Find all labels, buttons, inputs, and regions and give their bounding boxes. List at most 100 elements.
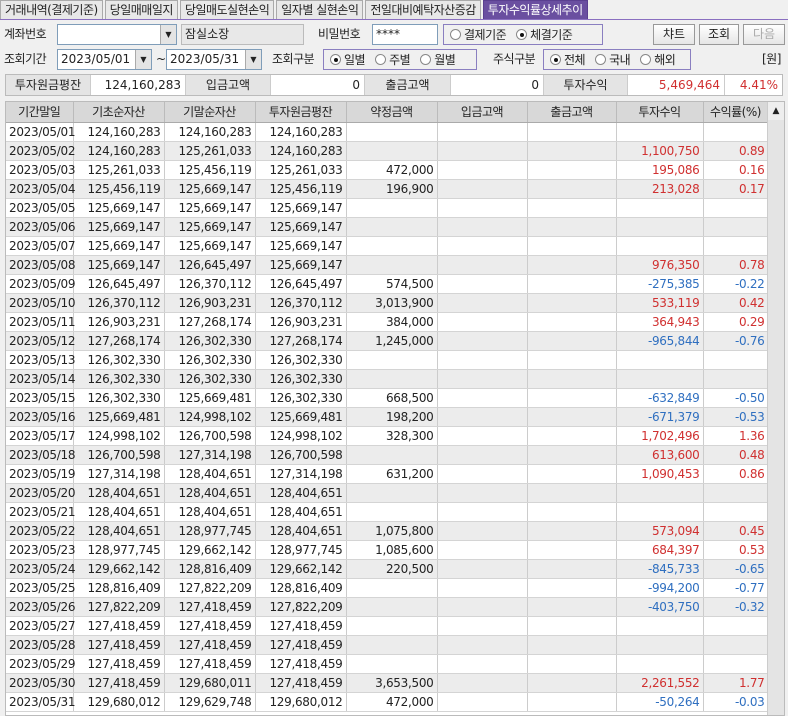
table-cell: 2023/05/03 bbox=[6, 160, 75, 180]
table-row[interactable]: 2023/05/09 126,645,497 126,370,112 126,645,… bbox=[6, 274, 769, 294]
column-header-3[interactable]: 투자원금평잔 bbox=[255, 102, 347, 123]
table-cell: 127,418,459 bbox=[255, 616, 347, 636]
table-cell: 128,977,745 bbox=[164, 521, 256, 541]
tab-0[interactable]: 거래내역(결제기준) bbox=[0, 0, 103, 20]
basis-radio-1[interactable]: 체결기준 bbox=[516, 26, 573, 43]
table-cell bbox=[616, 616, 704, 636]
stock-type-radio-2[interactable]: 해외 bbox=[640, 51, 676, 68]
tab-2[interactable]: 당일매도실현손익 bbox=[179, 0, 275, 20]
column-header-7[interactable]: 투자수익 bbox=[616, 102, 704, 123]
column-header-2[interactable]: 기말순자산 bbox=[164, 102, 256, 123]
radio-icon[interactable] bbox=[640, 54, 652, 65]
table-row[interactable]: 2023/05/30 127,418,459 129,680,011 127,418,… bbox=[6, 673, 769, 693]
column-header-8[interactable]: 수익률(%) bbox=[703, 102, 769, 123]
table-row[interactable]: 2023/05/05 125,669,147 125,669,147 125,669,… bbox=[6, 198, 769, 218]
table-cell: 2023/05/07 bbox=[6, 236, 75, 256]
tab-3[interactable]: 일자별 실현손익 bbox=[276, 0, 364, 20]
table-cell bbox=[437, 122, 528, 142]
chart-button[interactable]: 챠트 bbox=[653, 24, 695, 45]
table-row[interactable]: 2023/05/16 125,669,481 124,998,102 125,669,… bbox=[6, 407, 769, 427]
table-row[interactable]: 2023/05/29 127,418,459 127,418,459 127,418,… bbox=[6, 654, 769, 674]
table-cell: -0.50 bbox=[703, 388, 769, 408]
chevron-down-icon[interactable]: ▼ bbox=[245, 50, 261, 69]
tab-divider bbox=[0, 19, 788, 20]
table-cell bbox=[527, 179, 617, 199]
column-header-6[interactable]: 출금고액 bbox=[527, 102, 617, 123]
query-type-radio-1[interactable]: 주별 bbox=[375, 51, 411, 68]
scroll-up-icon[interactable]: ▲ bbox=[768, 102, 784, 120]
column-header-5[interactable]: 입금고액 bbox=[437, 102, 528, 123]
table-cell: 128,404,651 bbox=[73, 521, 165, 541]
table-row[interactable]: 2023/05/27 127,418,459 127,418,459 127,418,… bbox=[6, 616, 769, 636]
stock-type-radio-1[interactable]: 국내 bbox=[595, 51, 631, 68]
table-cell bbox=[437, 483, 528, 503]
table-row[interactable]: 2023/05/24 129,662,142 128,816,409 129,662,… bbox=[6, 559, 769, 579]
query-button[interactable]: 조회 bbox=[699, 24, 739, 45]
radio-label: 일별 bbox=[344, 53, 366, 67]
table-cell: 2023/05/29 bbox=[6, 654, 75, 674]
table-row[interactable]: 2023/05/19 127,314,198 128,404,651 127,314,… bbox=[6, 464, 769, 484]
table-row[interactable]: 2023/05/14 126,302,330 126,302,330 126,302,… bbox=[6, 369, 769, 389]
table-row[interactable]: 2023/05/10 126,370,112 126,903,231 126,370,… bbox=[6, 293, 769, 313]
chevron-down-icon[interactable]: ▼ bbox=[135, 50, 151, 69]
account-select[interactable]: ▼ bbox=[57, 24, 177, 45]
tab-1[interactable]: 당일매매일지 bbox=[104, 0, 178, 20]
radio-icon[interactable] bbox=[516, 29, 528, 40]
stock-type-radio-0[interactable]: 전체 bbox=[550, 51, 586, 68]
table-row[interactable]: 2023/05/22 128,404,651 128,977,745 128,404,… bbox=[6, 521, 769, 541]
table-cell: 126,700,598 bbox=[73, 445, 165, 465]
date-to-input[interactable]: 2023/05/31 ▼ bbox=[166, 49, 262, 70]
date-from-input[interactable]: 2023/05/01 ▼ bbox=[57, 49, 152, 70]
table-row[interactable]: 2023/05/12 127,268,174 126,302,330 127,268,… bbox=[6, 331, 769, 351]
password-input[interactable]: **** bbox=[372, 24, 438, 45]
table-row[interactable]: 2023/05/26 127,822,209 127,418,459 127,822,… bbox=[6, 597, 769, 617]
basis-radio-0[interactable]: 결제기준 bbox=[450, 26, 507, 43]
radio-icon[interactable] bbox=[550, 54, 561, 65]
table-row[interactable]: 2023/05/23 128,977,745 129,662,142 128,977,… bbox=[6, 540, 769, 560]
table-row[interactable]: 2023/05/07 125,669,147 125,669,147 125,669,… bbox=[6, 236, 769, 256]
radio-icon[interactable] bbox=[330, 54, 341, 65]
table-cell bbox=[437, 312, 528, 332]
table-cell bbox=[437, 293, 528, 313]
table-row[interactable]: 2023/05/20 128,404,651 128,404,651 128,404,… bbox=[6, 483, 769, 503]
table-row[interactable]: 2023/05/25 128,816,409 127,822,209 128,816,… bbox=[6, 578, 769, 598]
table-cell: 128,404,651 bbox=[164, 483, 256, 503]
table-row[interactable]: 2023/05/18 126,700,598 127,314,198 126,700,… bbox=[6, 445, 769, 465]
column-header-0[interactable]: 기간말일 bbox=[6, 102, 74, 123]
table-row[interactable]: 2023/05/04 125,456,119 125,669,147 125,456,… bbox=[6, 179, 769, 199]
column-header-1[interactable]: 기초순자산 bbox=[73, 102, 165, 123]
table-row[interactable]: 2023/05/15 126,302,330 125,669,481 126,302,… bbox=[6, 388, 769, 408]
table-cell: 1,090,453 bbox=[616, 464, 704, 484]
table-cell: 126,645,497 bbox=[73, 274, 165, 294]
table-row[interactable]: 2023/05/17 124,998,102 126,700,598 124,998,… bbox=[6, 426, 769, 446]
table-row[interactable]: 2023/05/11 126,903,231 127,268,174 126,903,… bbox=[6, 312, 769, 332]
table-row[interactable]: 2023/05/02 124,160,283 125,261,033 124,160,… bbox=[6, 141, 769, 161]
table-cell bbox=[437, 274, 528, 294]
radio-icon[interactable] bbox=[375, 54, 387, 65]
chevron-down-icon[interactable]: ▼ bbox=[160, 25, 176, 44]
table-cell: 124,998,102 bbox=[164, 407, 256, 427]
table-row[interactable]: 2023/05/28 127,418,459 127,418,459 127,418,… bbox=[6, 635, 769, 655]
radio-label: 전체 bbox=[564, 53, 586, 67]
vertical-scrollbar[interactable]: ▲ bbox=[767, 102, 784, 715]
radio-icon[interactable] bbox=[420, 54, 432, 65]
table-row[interactable]: 2023/05/06 125,669,147 125,669,147 125,669,… bbox=[6, 217, 769, 237]
query-type-radio-0[interactable]: 일별 bbox=[330, 51, 366, 68]
table-cell: 668,500 bbox=[346, 388, 438, 408]
tab-4[interactable]: 전일대비예탁자산증감 bbox=[365, 0, 481, 20]
column-header-4[interactable]: 약정금액 bbox=[346, 102, 438, 123]
table-row[interactable]: 2023/05/01 124,160,283 124,160,283 124,160,… bbox=[6, 122, 769, 142]
table-cell: 127,418,459 bbox=[255, 635, 347, 655]
tab-5[interactable]: 투자수익률상세추이 bbox=[482, 0, 588, 20]
table-row[interactable]: 2023/05/08 125,669,147 126,645,497 125,669,… bbox=[6, 255, 769, 275]
next-button[interactable]: 다음 bbox=[743, 24, 785, 45]
table-cell bbox=[437, 369, 528, 389]
table-row[interactable]: 2023/05/03 125,261,033 125,456,119 125,261,… bbox=[6, 160, 769, 180]
radio-icon[interactable] bbox=[450, 29, 461, 40]
query-type-radio-2[interactable]: 월별 bbox=[420, 51, 456, 68]
radio-icon[interactable] bbox=[595, 54, 607, 65]
radio-label: 국내 bbox=[609, 53, 631, 67]
table-row[interactable]: 2023/05/21 128,404,651 128,404,651 128,404,… bbox=[6, 502, 769, 522]
table-row[interactable]: 2023/05/13 126,302,330 126,302,330 126,302,… bbox=[6, 350, 769, 370]
table-row[interactable]: 2023/05/31 129,680,012 129,629,748 129,680,… bbox=[6, 692, 769, 712]
